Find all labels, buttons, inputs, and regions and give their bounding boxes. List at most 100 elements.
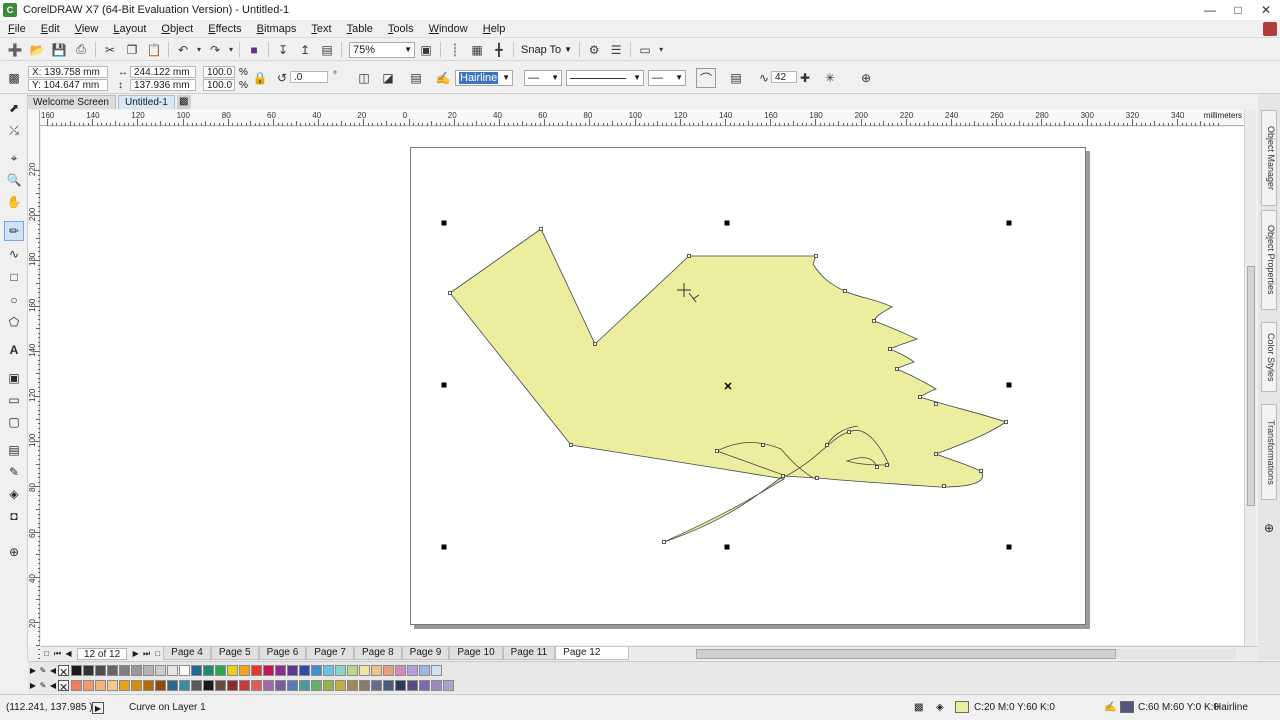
tab-page-11[interactable]: Page 11 (502, 647, 556, 660)
curve-smoothness-field[interactable]: 42 (771, 71, 797, 83)
new-tab-icon[interactable]: ▩ (176, 95, 191, 109)
selection-handle[interactable] (724, 220, 730, 226)
color-swatch[interactable] (215, 680, 226, 691)
eyedropper-icon[interactable]: ✎ (38, 666, 48, 675)
end-arrowhead-select[interactable]: — ▼ (648, 70, 686, 86)
selection-handle[interactable] (441, 220, 447, 226)
color-swatch[interactable] (395, 680, 406, 691)
drawing-layer[interactable] (41, 127, 1244, 645)
color-swatch[interactable] (143, 680, 154, 691)
menu-object[interactable]: Object (153, 23, 200, 35)
y-position-field[interactable]: Y: 104.647 mm (28, 79, 108, 91)
rectangle-tool-icon[interactable]: □ (4, 267, 24, 287)
palette-flyout-icon[interactable]: ▶ (28, 681, 38, 690)
no-color-swatch[interactable]: ✕ (58, 665, 69, 679)
close-button[interactable]: ✕ (1252, 0, 1280, 20)
curve-node[interactable] (875, 465, 879, 469)
outline-width-select[interactable]: Hairline ▼ (455, 70, 513, 86)
curve-node[interactable] (895, 367, 899, 371)
color-swatch[interactable] (431, 665, 442, 676)
curve-node[interactable] (448, 291, 452, 295)
color-swatch[interactable] (359, 680, 370, 691)
menu-bitmaps[interactable]: Bitmaps (249, 23, 304, 35)
drop-shadow-tool-icon[interactable]: ▢ (4, 412, 24, 432)
curve-node[interactable] (815, 476, 819, 480)
color-swatch[interactable] (311, 680, 322, 691)
smart-fill-tool-icon[interactable]: ◘ (4, 506, 24, 526)
color-swatch[interactable] (131, 680, 142, 691)
undo-icon[interactable]: ↶ (172, 40, 194, 60)
curve-node[interactable] (888, 347, 892, 351)
add-docker-icon[interactable]: ⊕ (1259, 518, 1279, 538)
horizontal-scroll-thumb[interactable] (696, 649, 1116, 659)
tab-untitled-1[interactable]: Untitled-1 (117, 95, 175, 109)
menu-window[interactable]: Window (421, 23, 475, 35)
minimize-button[interactable]: — (1196, 0, 1224, 20)
pick-tool-icon[interactable]: ⬈ (4, 98, 24, 118)
curve-node[interactable] (885, 463, 889, 467)
line-style-select[interactable]: ▼ (566, 70, 644, 86)
docker-tab-object-manager[interactable]: Object Manager (1261, 110, 1277, 206)
menu-table[interactable]: Table (339, 23, 380, 35)
menu-file[interactable]: File (0, 23, 33, 35)
curve-node[interactable] (918, 395, 922, 399)
tab-page-10[interactable]: Page 10 (449, 647, 503, 660)
color-swatch[interactable] (323, 665, 334, 676)
pan-tool-icon[interactable]: ✋ (4, 192, 24, 212)
color-swatch[interactable] (335, 680, 346, 691)
curve-node[interactable] (814, 254, 818, 258)
color-swatch[interactable] (419, 680, 430, 691)
curve-node[interactable] (761, 443, 765, 447)
start-arrowhead-select[interactable]: — ▼ (524, 70, 562, 86)
quick-customize-icon[interactable]: ✳ (820, 68, 840, 88)
close-curve-icon[interactable]: ⌒ (696, 68, 716, 88)
color-swatch[interactable] (107, 680, 118, 691)
width-field[interactable]: 244.122 mm (130, 66, 196, 78)
horizontal-scrollbar[interactable] (696, 649, 1236, 659)
selection-handle[interactable] (441, 544, 447, 550)
print-icon[interactable]: ⎙ (70, 40, 92, 60)
curve-node[interactable] (979, 469, 983, 473)
drawing-canvas[interactable] (41, 127, 1244, 645)
vertical-scrollbar[interactable] (1244, 110, 1256, 646)
color-swatch[interactable] (179, 680, 190, 691)
options-icon[interactable]: ⚙ (583, 40, 605, 60)
shape-tool-icon[interactable]: ⤯ (4, 120, 24, 140)
menu-help[interactable]: Help (475, 23, 513, 35)
application-launcher-icon[interactable]: ▭ (634, 40, 656, 60)
selection-handle[interactable] (1006, 544, 1012, 550)
height-field[interactable]: 137.936 mm (130, 79, 196, 91)
curve-node[interactable] (1004, 420, 1008, 424)
curve-node[interactable] (715, 449, 719, 453)
eyedropper-tool-icon[interactable]: ✎ (4, 462, 24, 482)
color-swatch[interactable] (251, 665, 262, 676)
crop-tool-icon[interactable]: ⌖ (4, 148, 24, 168)
color-swatch[interactable] (299, 665, 310, 676)
color-swatch[interactable] (215, 665, 226, 676)
open-folder-icon[interactable]: 📂 (26, 40, 48, 60)
curve-node[interactable] (825, 443, 829, 447)
curve-node[interactable] (539, 227, 543, 231)
full-screen-preview-icon[interactable]: ▣ (415, 40, 437, 60)
docker-tab-transformations[interactable]: Transformations (1261, 404, 1277, 500)
object-origin-icon[interactable]: ▩ (4, 68, 24, 88)
transparency-tool-icon[interactable]: ▤ (4, 440, 24, 460)
tab-page-6[interactable]: Page 6 (258, 647, 307, 660)
color-proof-icon[interactable]: ▩ (914, 702, 923, 713)
color-swatch[interactable] (335, 665, 346, 676)
color-swatch[interactable] (431, 680, 442, 691)
menu-text[interactable]: Text (303, 23, 338, 35)
selection-handle[interactable] (1006, 382, 1012, 388)
next-page-icon[interactable]: ▶ (130, 649, 141, 658)
menu-edit[interactable]: Edit (33, 23, 67, 35)
color-swatch[interactable] (371, 680, 382, 691)
color-swatch[interactable] (239, 665, 250, 676)
color-swatch[interactable] (395, 665, 406, 676)
selection-handle[interactable] (724, 544, 730, 550)
curve-node[interactable] (934, 452, 938, 456)
tab-page-9[interactable]: Page 9 (401, 647, 450, 660)
color-swatch[interactable] (407, 680, 418, 691)
tab-page-7[interactable]: Page 7 (306, 647, 354, 660)
menu-effects[interactable]: Effects (200, 23, 248, 35)
color-swatch[interactable] (131, 665, 142, 676)
